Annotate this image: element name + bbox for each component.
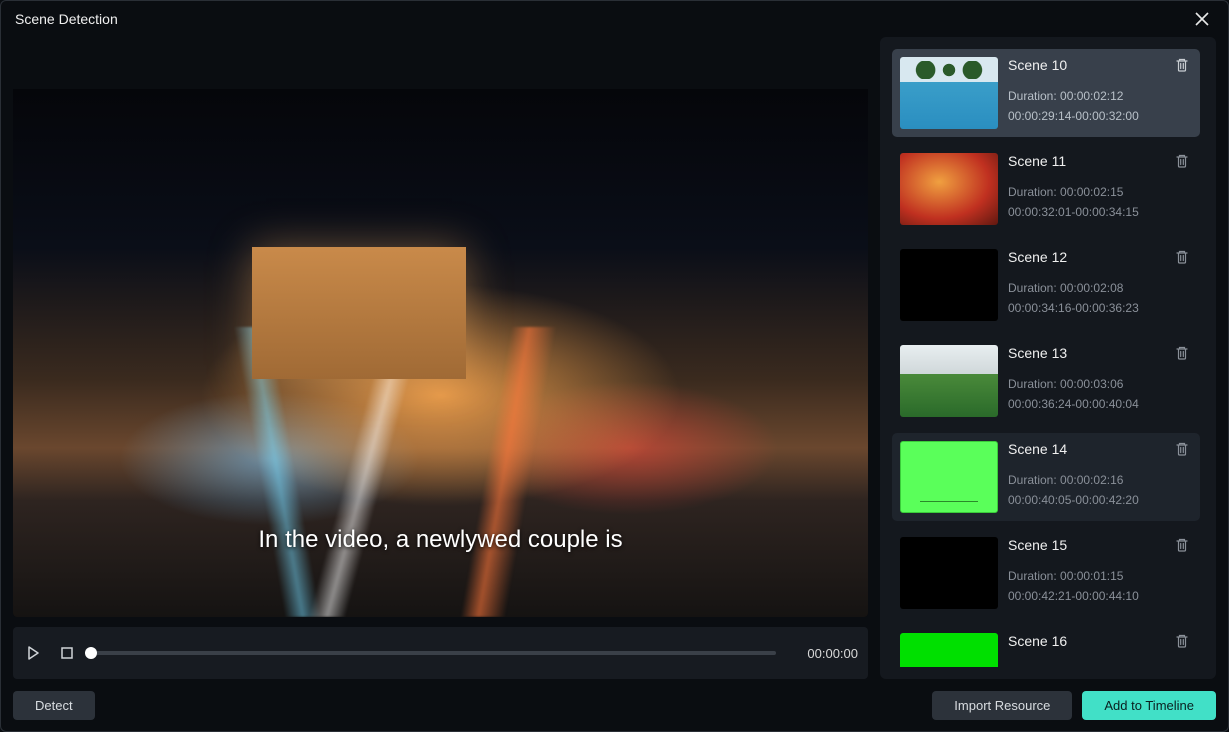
scene-name: Scene 10 xyxy=(1008,57,1192,73)
scene-duration: Duration: 00:00:01:15 xyxy=(1008,567,1192,585)
scene-thumbnail xyxy=(900,153,998,225)
scene-info: Scene 14 Duration: 00:00:02:16 00:00:40:05… xyxy=(1008,441,1192,513)
window-title: Scene Detection xyxy=(15,11,118,27)
scene-name: Scene 11 xyxy=(1008,153,1192,169)
playback-controls: 00:00:00 xyxy=(13,627,868,679)
trash-icon xyxy=(1174,537,1190,553)
delete-scene-button[interactable] xyxy=(1174,441,1192,459)
scene-info: Scene 13 Duration: 00:00:03:06 00:00:36:24… xyxy=(1008,345,1192,417)
scene-item[interactable]: Scene 16 xyxy=(892,625,1200,667)
close-icon xyxy=(1195,12,1209,26)
trash-icon xyxy=(1174,153,1190,169)
scene-item[interactable]: Scene 13 Duration: 00:00:03:06 00:00:36:24… xyxy=(892,337,1200,425)
scene-info: Scene 10 Duration: 00:00:02:12 00:00:29:14… xyxy=(1008,57,1192,129)
scene-duration: Duration: 00:00:02:08 xyxy=(1008,279,1192,297)
preview-wrap: In the video, a newlywed couple is xyxy=(13,37,868,617)
scene-duration: Duration: 00:00:02:15 xyxy=(1008,183,1192,201)
scene-name: Scene 15 xyxy=(1008,537,1192,553)
titlebar: Scene Detection xyxy=(1,1,1228,37)
trash-icon xyxy=(1174,57,1190,73)
scene-thumbnail xyxy=(900,249,998,321)
scene-name: Scene 12 xyxy=(1008,249,1192,265)
scene-detection-window: Scene Detection In the video, a newlywed… xyxy=(0,0,1229,732)
trash-icon xyxy=(1174,633,1190,649)
scene-item[interactable]: Scene 15 Duration: 00:00:01:15 00:00:42:21… xyxy=(892,529,1200,617)
scene-item[interactable]: Scene 11 Duration: 00:00:02:15 00:00:32:01… xyxy=(892,145,1200,233)
scene-item[interactable]: Scene 10 Duration: 00:00:02:12 00:00:29:14… xyxy=(892,49,1200,137)
scene-range: 00:00:32:01-00:00:34:15 xyxy=(1008,203,1192,221)
scene-name: Scene 16 xyxy=(1008,633,1192,649)
scene-list-panel: Scene 10 Duration: 00:00:02:12 00:00:29:14… xyxy=(880,37,1216,679)
scene-name: Scene 13 xyxy=(1008,345,1192,361)
scene-range: 00:00:40:05-00:00:42:20 xyxy=(1008,491,1192,509)
add-to-timeline-button[interactable]: Add to Timeline xyxy=(1082,691,1216,720)
play-button[interactable] xyxy=(23,643,43,663)
scene-info: Scene 16 xyxy=(1008,633,1192,667)
scene-range: 00:00:29:14-00:00:32:00 xyxy=(1008,107,1192,125)
play-icon xyxy=(26,646,40,660)
delete-scene-button[interactable] xyxy=(1174,537,1192,555)
scene-item[interactable]: Scene 14 Duration: 00:00:02:16 00:00:40:05… xyxy=(892,433,1200,521)
trash-icon xyxy=(1174,345,1190,361)
scene-thumbnail xyxy=(900,537,998,609)
scene-thumbnail xyxy=(900,57,998,129)
trash-icon xyxy=(1174,441,1190,457)
delete-scene-button[interactable] xyxy=(1174,153,1192,171)
preview-caption: In the video, a newlywed couple is xyxy=(13,526,868,554)
scene-thumbnail xyxy=(900,441,998,513)
video-preview[interactable]: In the video, a newlywed couple is xyxy=(13,89,868,617)
scene-info: Scene 15 Duration: 00:00:01:15 00:00:42:21… xyxy=(1008,537,1192,609)
delete-scene-button[interactable] xyxy=(1174,345,1192,363)
playback-timecode: 00:00:00 xyxy=(790,646,858,661)
scene-item[interactable]: Scene 12 Duration: 00:00:02:08 00:00:34:16… xyxy=(892,241,1200,329)
scene-name: Scene 14 xyxy=(1008,441,1192,457)
close-button[interactable] xyxy=(1190,7,1214,31)
trash-icon xyxy=(1174,249,1190,265)
delete-scene-button[interactable] xyxy=(1174,249,1192,267)
scene-duration: Duration: 00:00:02:16 xyxy=(1008,471,1192,489)
preview-panel: In the video, a newlywed couple is 00:00… xyxy=(13,37,868,679)
detect-button[interactable]: Detect xyxy=(13,691,95,720)
delete-scene-button[interactable] xyxy=(1174,633,1192,651)
delete-scene-button[interactable] xyxy=(1174,57,1192,75)
scene-info: Scene 11 Duration: 00:00:02:15 00:00:32:01… xyxy=(1008,153,1192,225)
stop-icon xyxy=(60,646,74,660)
playback-slider[interactable] xyxy=(91,651,776,655)
scene-thumbnail xyxy=(900,345,998,417)
scene-list[interactable]: Scene 10 Duration: 00:00:02:12 00:00:29:14… xyxy=(892,49,1210,667)
slider-thumb[interactable] xyxy=(85,647,97,659)
content-area: In the video, a newlywed couple is 00:00… xyxy=(1,37,1228,679)
scene-range: 00:00:36:24-00:00:40:04 xyxy=(1008,395,1192,413)
stop-button[interactable] xyxy=(57,643,77,663)
scene-range: 00:00:34:16-00:00:36:23 xyxy=(1008,299,1192,317)
scene-info: Scene 12 Duration: 00:00:02:08 00:00:34:16… xyxy=(1008,249,1192,321)
scene-range: 00:00:42:21-00:00:44:10 xyxy=(1008,587,1192,605)
scene-duration: Duration: 00:00:02:12 xyxy=(1008,87,1192,105)
footer: Detect Import Resource Add to Timeline xyxy=(1,679,1228,731)
scene-duration: Duration: 00:00:03:06 xyxy=(1008,375,1192,393)
preview-top-gap xyxy=(13,37,868,89)
import-resource-button[interactable]: Import Resource xyxy=(932,691,1072,720)
scene-thumbnail xyxy=(900,633,998,667)
